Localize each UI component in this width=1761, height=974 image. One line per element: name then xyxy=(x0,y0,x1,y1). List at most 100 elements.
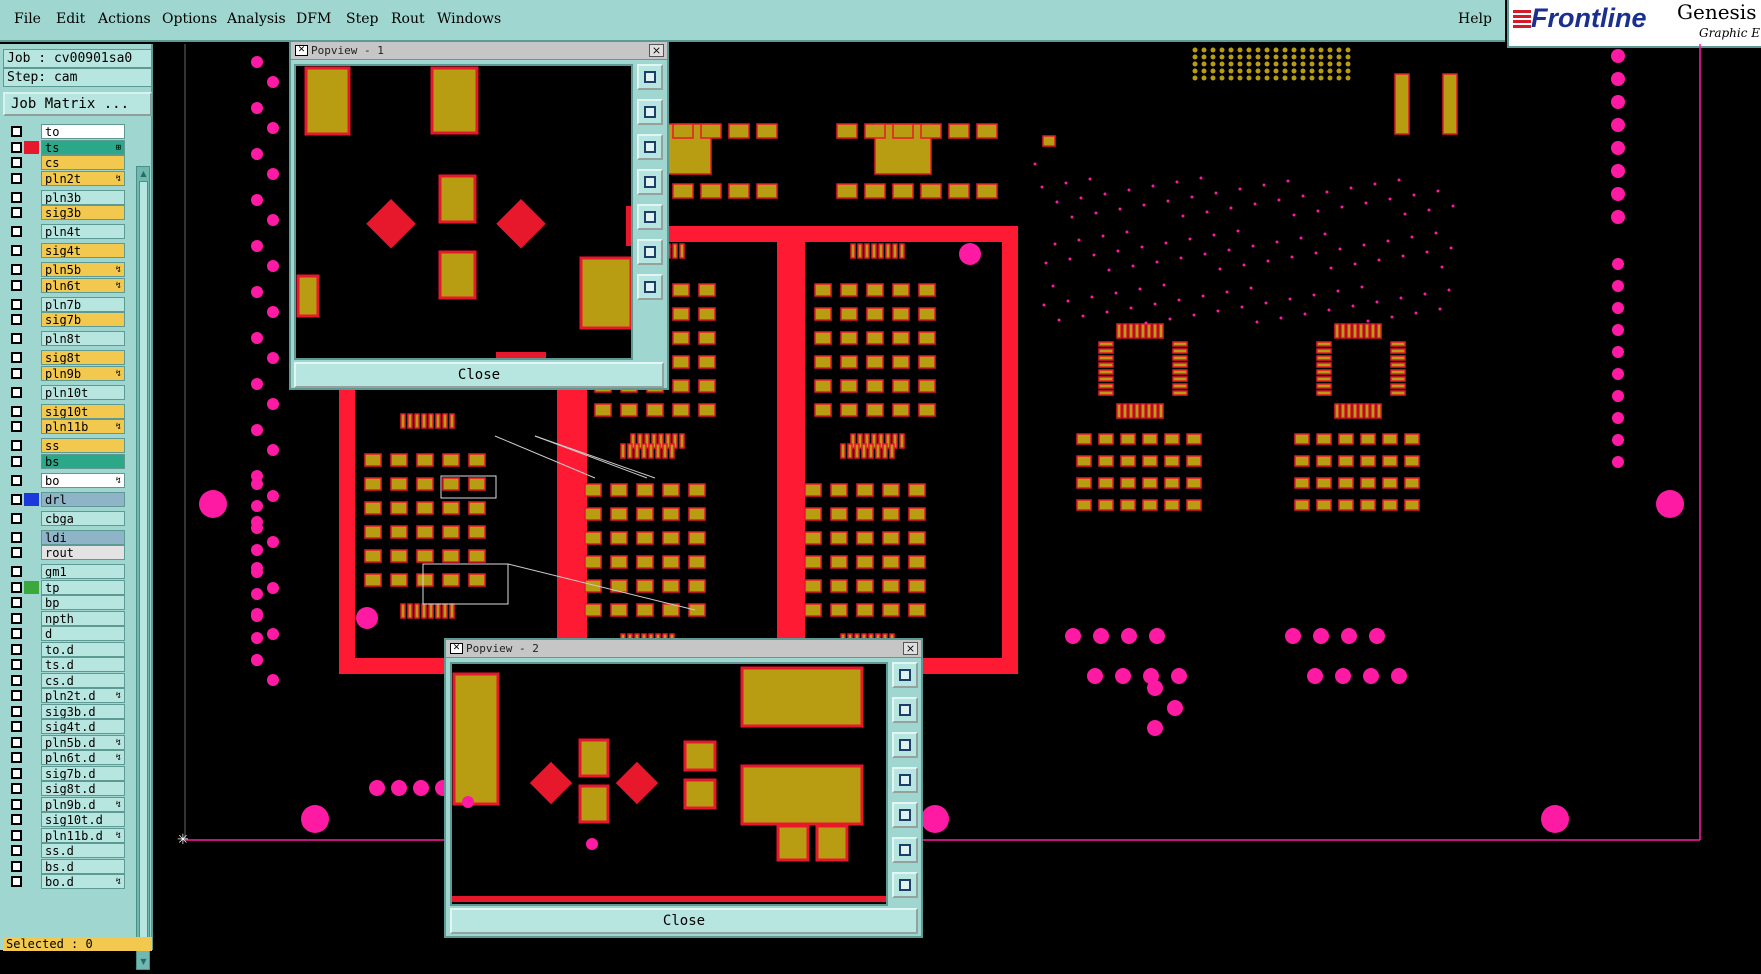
zoom-fit-icon[interactable] xyxy=(892,662,918,688)
layer-checkbox[interactable] xyxy=(11,721,22,732)
layer-row[interactable]: sig3b xyxy=(4,205,125,220)
layer-row[interactable]: ss xyxy=(4,438,125,453)
layer-name[interactable]: sig4t xyxy=(41,243,125,258)
layer-name[interactable]: to.d xyxy=(41,641,125,657)
layer-name[interactable]: ss xyxy=(41,438,125,453)
layer-row[interactable]: pln4t xyxy=(4,224,125,239)
menu-help[interactable]: Help xyxy=(1458,11,1492,27)
layer-row[interactable]: ss.d xyxy=(4,843,125,858)
layer-scrollbar[interactable]: ▲ ▼ xyxy=(136,166,150,970)
layer-name[interactable]: cbga xyxy=(41,510,125,526)
layer-row[interactable]: drl xyxy=(4,491,125,507)
layer-checkbox[interactable] xyxy=(11,314,22,325)
layer-checkbox[interactable] xyxy=(11,581,22,593)
layer-row[interactable]: npth xyxy=(4,610,125,626)
layer-name[interactable]: sig3b xyxy=(41,205,125,220)
layer-name[interactable]: pln2t.d ↯ xyxy=(41,688,125,703)
popview-2-close-x[interactable]: × xyxy=(903,642,918,655)
layer-name[interactable]: npth xyxy=(41,610,125,626)
layer-checkbox[interactable] xyxy=(11,767,22,779)
layer-name[interactable]: pln6t.d ↯ xyxy=(41,750,125,765)
layer-color-swatch[interactable] xyxy=(24,140,39,154)
layer-name[interactable]: sig3b.d xyxy=(41,703,125,719)
layer-row[interactable]: bp xyxy=(4,595,125,610)
layer-name[interactable]: ts ⊞ xyxy=(41,139,125,155)
layer-name[interactable]: pln6t ↯ xyxy=(41,277,125,293)
layer-checkbox[interactable] xyxy=(11,705,22,717)
menu-edit[interactable]: Edit xyxy=(56,11,85,27)
popview-1-titlebar[interactable]: ✕ Popview - 1 × xyxy=(291,42,667,60)
layer-checkbox[interactable] xyxy=(11,333,22,344)
layer-row[interactable]: pln5b ↯ xyxy=(4,262,125,277)
layer-row[interactable]: pln11b ↯ xyxy=(4,419,125,434)
zoom-in-icon[interactable] xyxy=(892,697,918,723)
layer-row[interactable]: sig7b xyxy=(4,312,125,327)
zoom-out-icon[interactable] xyxy=(892,732,918,758)
layer-checkbox[interactable] xyxy=(11,126,22,137)
layer-checkbox[interactable] xyxy=(11,566,22,577)
layer-row[interactable]: bs xyxy=(4,453,125,469)
layer-checkbox[interactable] xyxy=(11,474,22,486)
layer-checkbox[interactable] xyxy=(11,829,22,841)
layer-name[interactable]: to xyxy=(41,124,125,139)
layer-row[interactable]: gm1 xyxy=(4,564,125,579)
layer-name[interactable]: d xyxy=(41,626,125,641)
layer-name[interactable]: sig4t.d xyxy=(41,719,125,734)
layer-checkbox[interactable] xyxy=(11,440,22,451)
layer-row[interactable]: sig10t.d xyxy=(4,812,125,827)
layer-checkbox[interactable] xyxy=(11,141,22,153)
layer-name[interactable]: ldi xyxy=(41,529,125,545)
layer-checkbox[interactable] xyxy=(11,798,22,810)
layer-row[interactable]: cbga xyxy=(4,510,125,526)
layer-name[interactable]: bp xyxy=(41,595,125,610)
zoom-home-icon[interactable] xyxy=(637,239,663,265)
layer-name[interactable]: ss.d xyxy=(41,843,125,858)
layer-name[interactable]: pln7b xyxy=(41,296,125,312)
layer-name[interactable]: pln11b ↯ xyxy=(41,419,125,434)
window-menu-icon[interactable]: ✕ xyxy=(450,643,463,654)
layer-checkbox[interactable] xyxy=(11,352,22,363)
layer-checkbox[interactable] xyxy=(11,752,22,763)
layer-row[interactable]: pln3b xyxy=(4,189,125,205)
layer-row[interactable]: sig7b.d xyxy=(4,765,125,781)
layer-row[interactable]: cs xyxy=(4,155,125,170)
pan-left-icon[interactable] xyxy=(892,767,918,793)
menu-step[interactable]: Step xyxy=(346,11,378,27)
layer-row[interactable]: cs.d xyxy=(4,672,125,688)
layer-checkbox[interactable] xyxy=(11,674,22,686)
layer-checkbox[interactable] xyxy=(11,157,22,168)
layer-checkbox[interactable] xyxy=(11,191,22,203)
layer-name[interactable]: pln5b ↯ xyxy=(41,262,125,277)
layer-checkbox[interactable] xyxy=(11,493,22,505)
layer-color-swatch[interactable] xyxy=(24,492,39,506)
layer-row[interactable]: pln5b.d ↯ xyxy=(4,734,125,750)
popview-1-view[interactable] xyxy=(294,64,633,360)
pan-left-icon[interactable] xyxy=(637,169,663,195)
zoom-area-icon[interactable] xyxy=(892,872,918,898)
popview-1-close-button[interactable]: Close xyxy=(294,362,664,388)
layer-checkbox[interactable] xyxy=(11,245,22,256)
popview-1-close-x[interactable]: × xyxy=(649,44,664,57)
pan-right-icon[interactable] xyxy=(637,204,663,230)
layer-row[interactable]: to xyxy=(4,124,125,139)
layer-name[interactable]: bo.d ↯ xyxy=(41,874,125,889)
layer-name[interactable]: sig8t xyxy=(41,350,125,365)
layer-name[interactable]: sig8t.d xyxy=(41,781,125,796)
layer-checkbox[interactable] xyxy=(11,547,22,558)
layer-row[interactable]: sig8t xyxy=(4,350,125,365)
layer-row[interactable]: pln6t ↯ xyxy=(4,277,125,293)
layer-row[interactable]: rout xyxy=(4,545,125,560)
layer-row[interactable]: pln9b.d ↯ xyxy=(4,796,125,812)
layer-checkbox[interactable] xyxy=(11,421,22,432)
layer-row[interactable]: d xyxy=(4,626,125,641)
layer-row[interactable]: pln7b xyxy=(4,296,125,312)
layer-row[interactable]: to.d xyxy=(4,641,125,657)
zoom-fit-icon[interactable] xyxy=(637,64,663,90)
menu-windows[interactable]: Windows xyxy=(437,11,501,27)
layer-checkbox[interactable] xyxy=(11,207,22,218)
layer-color-swatch[interactable] xyxy=(24,580,39,594)
layer-checkbox[interactable] xyxy=(11,512,22,524)
layer-row[interactable]: pln8t xyxy=(4,331,125,346)
menu-options[interactable]: Options xyxy=(162,11,217,27)
layer-name[interactable]: bs.d xyxy=(41,858,125,874)
